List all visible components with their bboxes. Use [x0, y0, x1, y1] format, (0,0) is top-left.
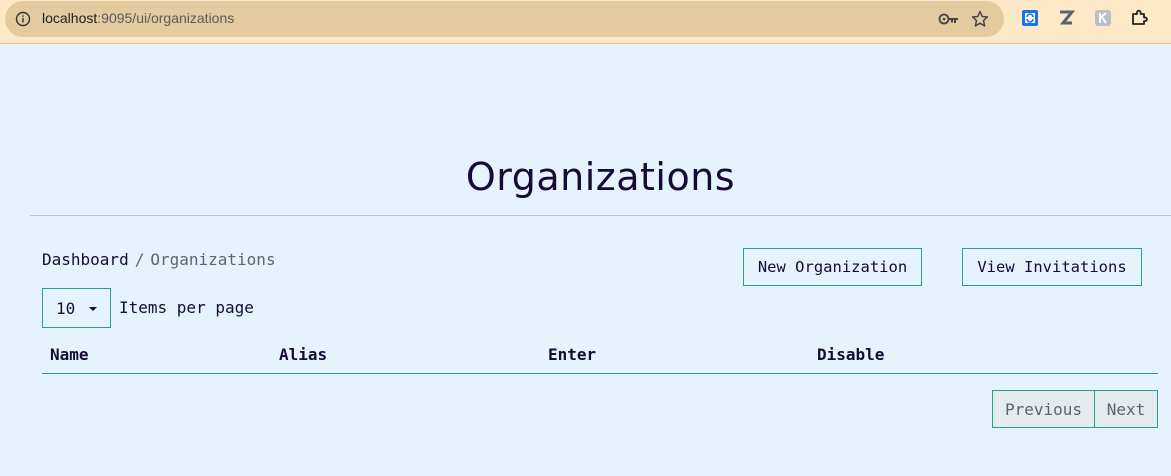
site-info-icon[interactable] [15, 11, 31, 27]
extension-z-icon[interactable] [1057, 9, 1075, 27]
address-url[interactable]: localhost:9095/ui/organizations [42, 10, 234, 26]
address-bar[interactable]: localhost:9095/ui/organizations [5, 1, 1004, 37]
extension-k-icon[interactable] [1094, 9, 1112, 27]
column-header-alias: Alias [279, 345, 328, 364]
view-invitations-button[interactable]: View Invitations [962, 248, 1142, 286]
pagination: Previous Next [992, 390, 1158, 428]
bookmark-star-icon[interactable] [971, 10, 989, 28]
page-title: Organizations [465, 155, 736, 199]
browser-toolbar: localhost:9095/ui/organizations [0, 0, 1171, 44]
new-organization-button[interactable]: New Organization [743, 248, 922, 286]
url-path: :9095/ui/organizations [97, 10, 235, 26]
caret-down-icon [89, 307, 97, 311]
breadcrumb: Dashboard / Organizations [42, 250, 276, 269]
password-key-icon[interactable] [938, 11, 960, 27]
organizations-table-header: Name Alias Enter Disable [42, 344, 1158, 374]
items-per-page-label: Items per page [119, 298, 254, 317]
breadcrumb-dashboard-link[interactable]: Dashboard [42, 250, 129, 269]
next-page-button[interactable]: Next [1095, 390, 1158, 428]
breadcrumb-current: Organizations [150, 250, 276, 269]
extensions-puzzle-icon[interactable] [1130, 9, 1148, 27]
url-host: localhost [42, 10, 98, 26]
column-header-disable: Disable [817, 345, 885, 364]
items-per-page-value: 10 [56, 298, 76, 318]
items-per-page-select[interactable]: 10 [42, 288, 111, 328]
previous-page-button[interactable]: Previous [992, 390, 1095, 428]
column-header-name: Name [50, 345, 89, 364]
extension-sync-icon[interactable] [1021, 9, 1039, 27]
breadcrumb-separator: / [134, 250, 145, 269]
title-divider [30, 215, 1171, 216]
column-header-enter: Enter [548, 345, 597, 364]
